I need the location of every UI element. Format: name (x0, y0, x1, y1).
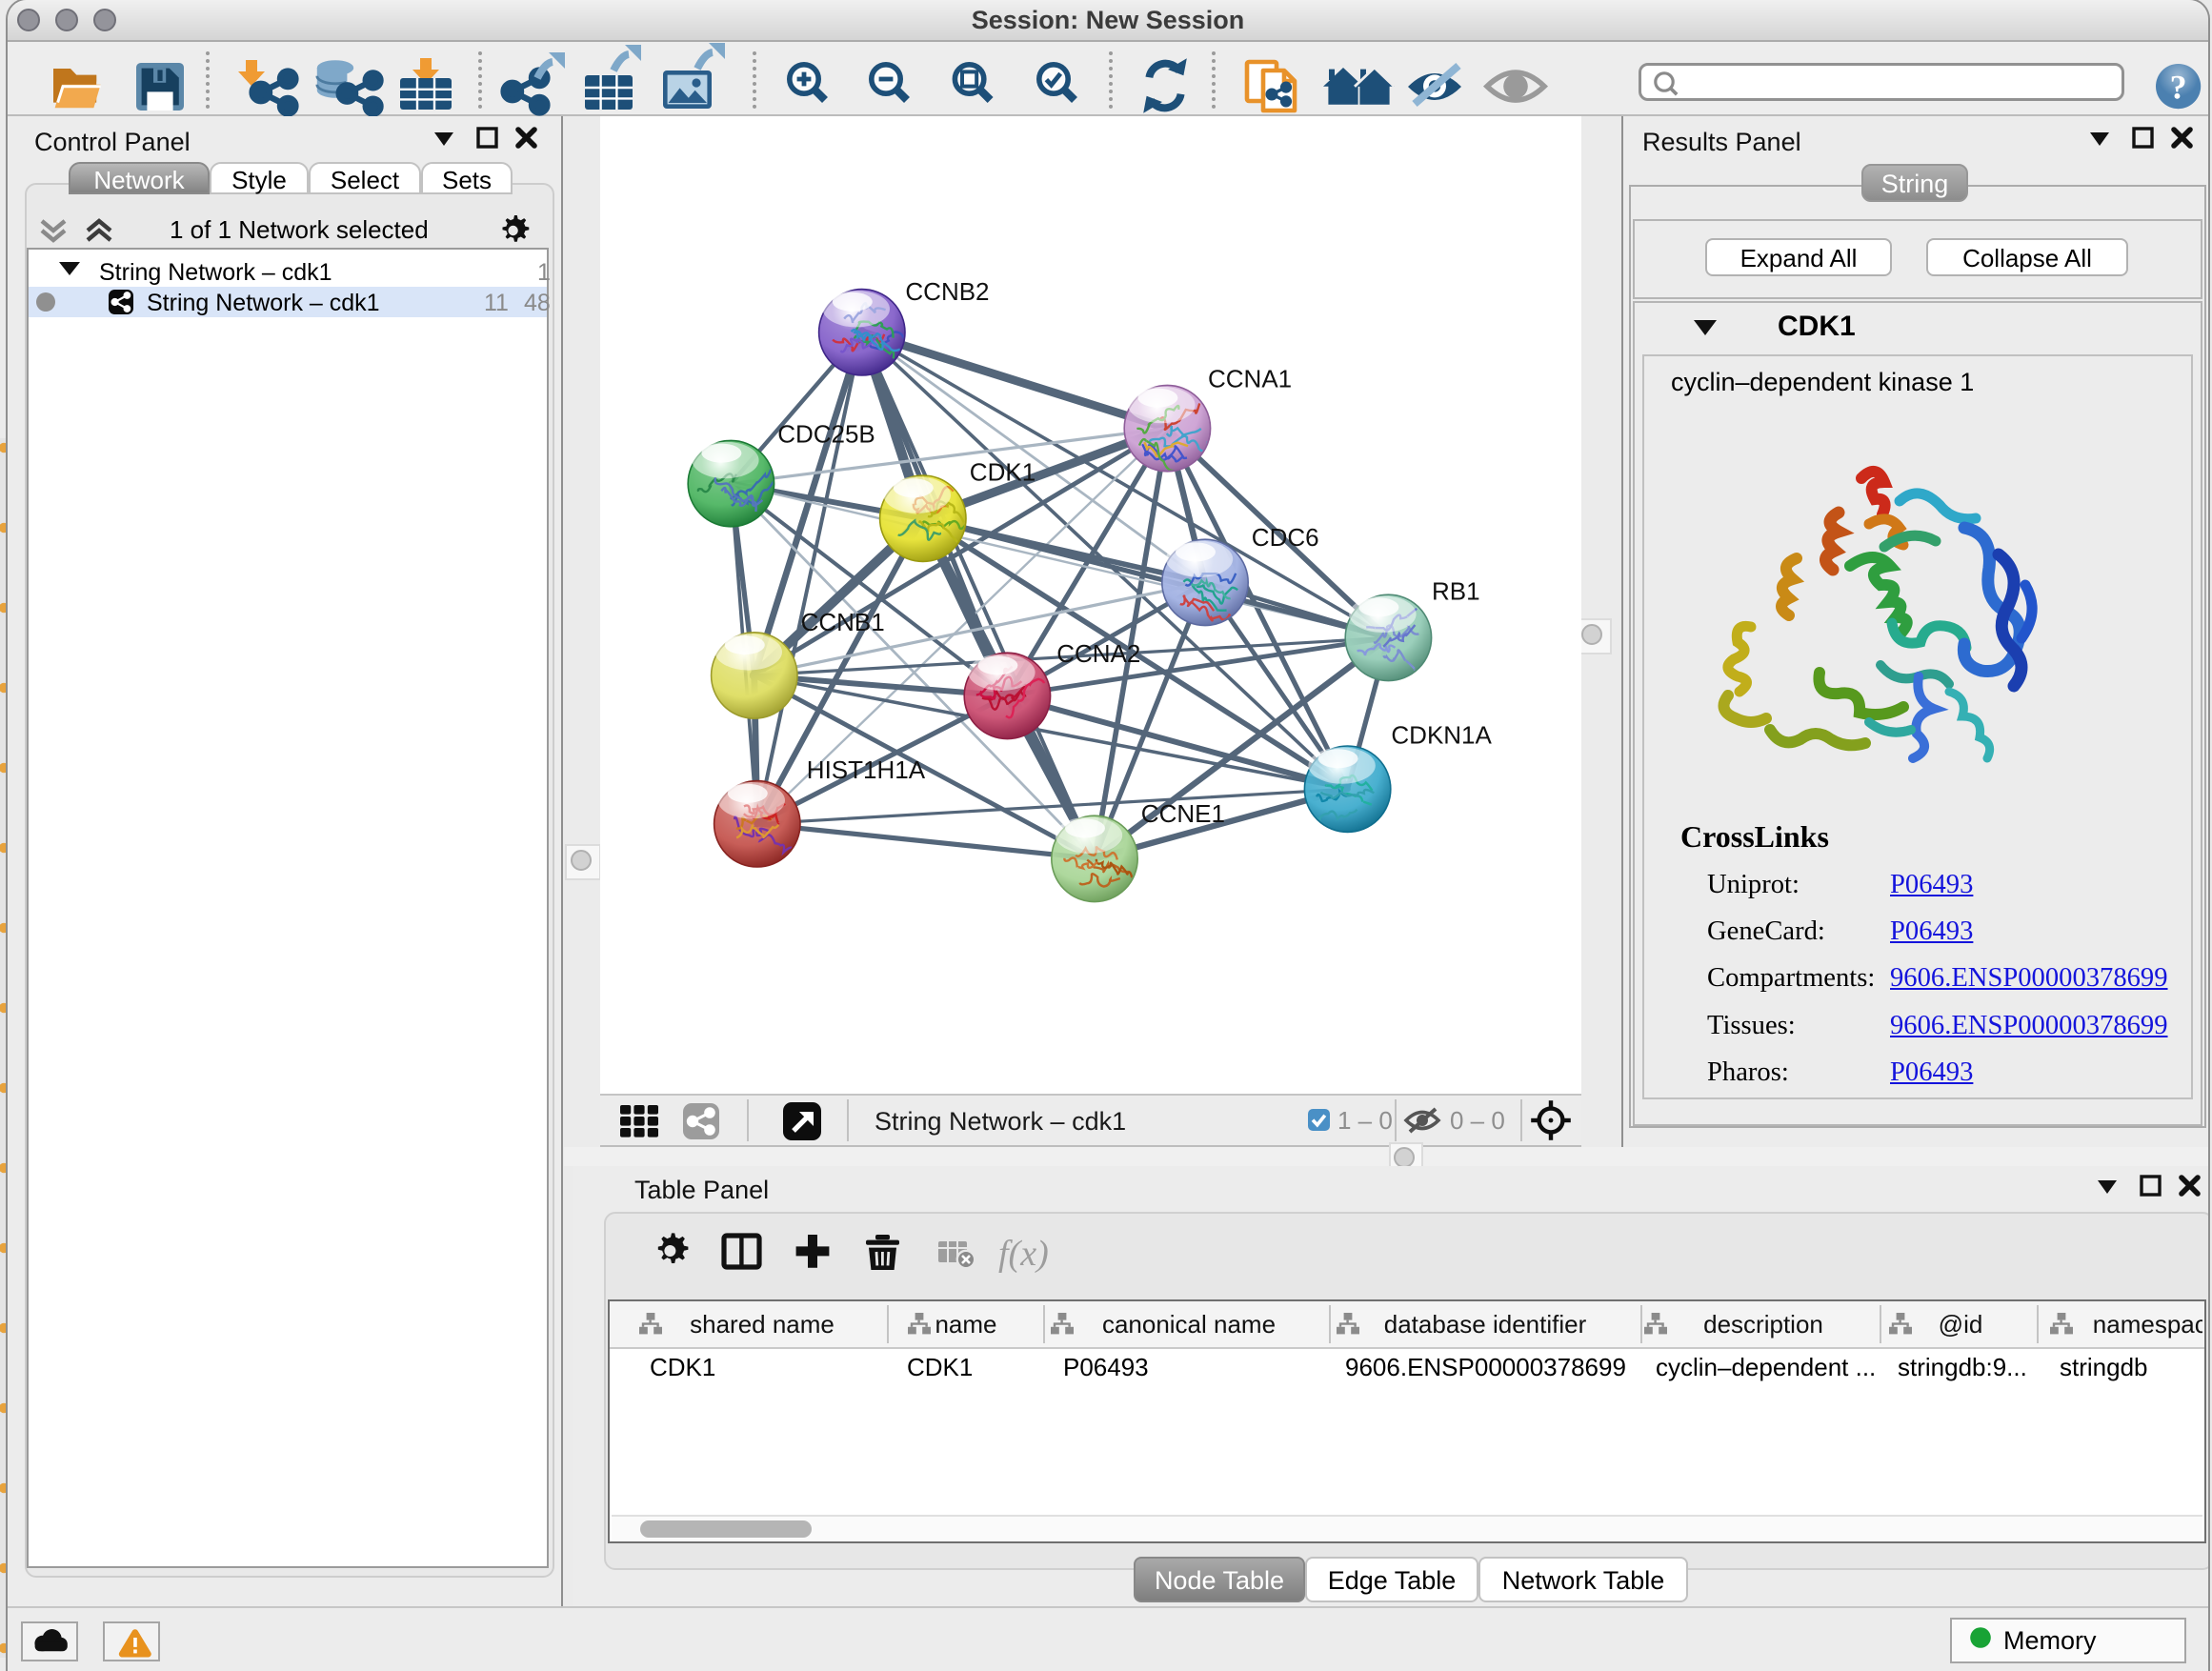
svg-text:CCNA1: CCNA1 (1208, 365, 1292, 393)
svg-text:@id: @id (1939, 1310, 1983, 1339)
svg-text:f(x): f(x) (998, 1234, 1049, 1274)
svg-text:CDC6: CDC6 (1252, 523, 1319, 552)
svg-text:database identifier: database identifier (1384, 1310, 1587, 1339)
svg-text:namespace: namespace (2093, 1310, 2202, 1339)
svg-text:String Network – cdk1: String Network – cdk1 (875, 1107, 1126, 1136)
svg-text:CDK1: CDK1 (970, 457, 1036, 486)
svg-text:1 – 0: 1 – 0 (1337, 1106, 1393, 1135)
svg-text:name: name (935, 1310, 996, 1339)
svg-text:CCNB2: CCNB2 (905, 277, 989, 306)
svg-text:0 – 0: 0 – 0 (1450, 1106, 1505, 1135)
svg-text:CDC25B: CDC25B (777, 420, 875, 449)
svg-text:canonical name: canonical name (1102, 1310, 1276, 1339)
svg-text:CDKN1A: CDKN1A (1391, 720, 1492, 749)
svg-text:?: ? (2170, 69, 2187, 107)
svg-text:CCNB1: CCNB1 (801, 608, 885, 636)
svg-text:RB1: RB1 (1432, 577, 1480, 606)
svg-text:CCNA2: CCNA2 (1056, 639, 1140, 668)
svg-text:description: description (1703, 1310, 1823, 1339)
svg-text:CCNE1: CCNE1 (1141, 799, 1225, 828)
svg-text:HIST1H1A: HIST1H1A (807, 755, 926, 784)
svg-text:shared name: shared name (690, 1310, 835, 1339)
